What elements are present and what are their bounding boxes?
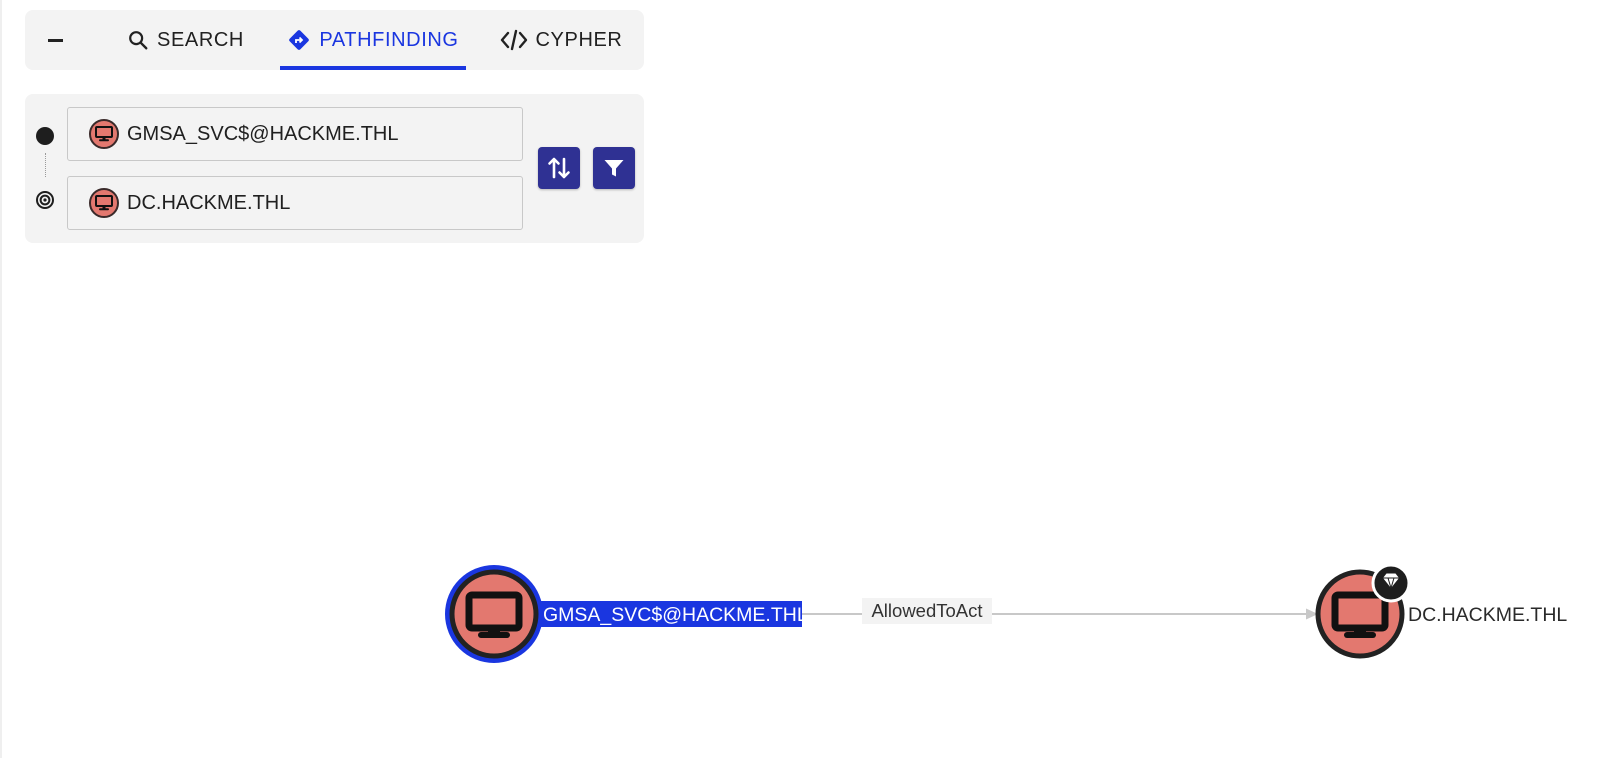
- node-label-dc[interactable]: DC.HACKME.THL: [1408, 604, 1567, 626]
- graph-node-gmsa-svc[interactable]: [445, 565, 543, 663]
- tier-zero-badge-icon: [1371, 563, 1411, 603]
- edge-label[interactable]: AllowedToAct: [871, 600, 982, 621]
- graph-canvas[interactable]: AllowedToAct GMSA_SVC$@HACKME.THL DC.HAC…: [0, 0, 1618, 758]
- node-label-gmsa-svc[interactable]: GMSA_SVC$@HACKME.THL: [543, 604, 808, 626]
